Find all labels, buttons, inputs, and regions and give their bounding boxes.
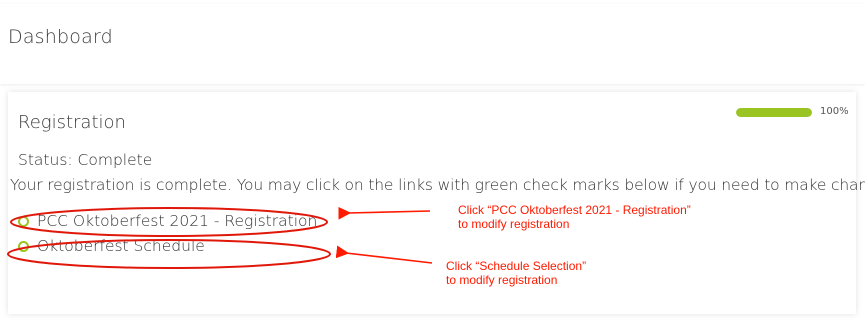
registration-card: Registration 100% Status: Complete Your … (8, 92, 865, 314)
green-check-circle-icon (18, 240, 29, 252)
registration-card-title: Registration (18, 112, 126, 133)
annotation-note-schedule: Click “Schedule Selection” to modify reg… (446, 259, 586, 287)
link-label: Oktoberfest Schedule (37, 237, 205, 255)
progress-bar (736, 108, 812, 117)
green-check-circle-icon (18, 215, 29, 227)
annotation-text: to modify registration (458, 217, 570, 231)
registration-message: Your registration is complete. You may c… (10, 176, 865, 194)
annotation-note-registration: Click “PCC Oktoberfest 2021 - Registrati… (458, 203, 691, 231)
page: Dashboard Registration 100% Status: Comp… (0, 0, 865, 322)
annotation-text: to modify registration (446, 273, 558, 287)
link-label: PCC Oktoberfest 2021 - Registration (37, 212, 318, 230)
page-title: Dashboard (8, 26, 113, 48)
registration-status: Status: Complete (18, 151, 153, 169)
dashboard-header: Dashboard (0, 4, 865, 84)
link-pcc-oktoberfest-registration[interactable]: PCC Oktoberfest 2021 - Registration (18, 212, 317, 230)
progress-label: 100% (820, 106, 849, 117)
link-oktoberfest-schedule[interactable]: Oktoberfest Schedule (18, 237, 205, 255)
annotation-text: Click “Schedule Selection” (446, 259, 587, 273)
progress-bar-fill (736, 108, 812, 117)
annotation-text: Click “PCC Oktoberfest 2021 - Registrati… (458, 203, 691, 217)
